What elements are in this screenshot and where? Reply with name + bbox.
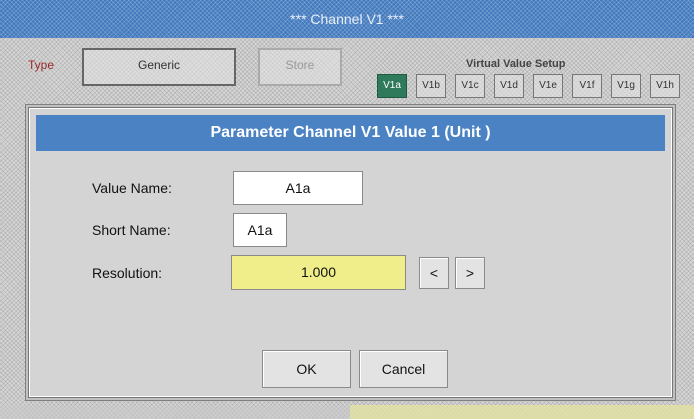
cancel-label: Cancel bbox=[381, 361, 426, 377]
dialog-title: Parameter Channel V1 Value 1 (Unit ) bbox=[210, 124, 491, 141]
window-title-bar: *** Channel V1 *** bbox=[0, 0, 694, 38]
tab-v1h[interactable]: V1h bbox=[650, 74, 680, 98]
tab-v1g[interactable]: V1g bbox=[611, 74, 641, 98]
tab-v1b[interactable]: V1b bbox=[416, 74, 446, 98]
dialog-title-bar: Parameter Channel V1 Value 1 (Unit ) bbox=[36, 115, 665, 151]
store-button[interactable]: Store bbox=[258, 48, 342, 86]
ok-label: OK bbox=[296, 361, 317, 377]
resolution-field[interactable]: 1.000 bbox=[231, 255, 406, 290]
resolution-label: Resolution: bbox=[92, 265, 163, 281]
tab-v1d[interactable]: V1d bbox=[494, 74, 524, 98]
short-name-value: A1a bbox=[247, 222, 273, 238]
short-name-label: Short Name: bbox=[92, 222, 171, 238]
type-label: Type bbox=[28, 58, 55, 72]
tab-v1e[interactable]: V1e bbox=[533, 74, 563, 98]
value-name-field[interactable]: A1a bbox=[233, 171, 363, 205]
ok-button[interactable]: OK bbox=[262, 350, 351, 388]
cancel-button[interactable]: Cancel bbox=[359, 350, 448, 388]
virtual-value-setup-title: Virtual Value Setup bbox=[466, 58, 566, 70]
tab-v1f[interactable]: V1f bbox=[572, 74, 602, 98]
increase-button[interactable]: > bbox=[455, 257, 485, 289]
type-value-button[interactable]: Generic bbox=[82, 48, 236, 86]
decrease-button[interactable]: < bbox=[419, 257, 449, 289]
type-value: Generic bbox=[137, 58, 181, 72]
tab-v1a[interactable]: V1a bbox=[377, 74, 407, 98]
decrease-label: < bbox=[429, 265, 439, 281]
window-title: *** Channel V1 *** bbox=[290, 11, 404, 27]
store-label: Store bbox=[285, 58, 315, 72]
short-name-field[interactable]: A1a bbox=[233, 213, 287, 247]
parameter-dialog: Parameter Channel V1 Value 1 (Unit ) Val… bbox=[29, 108, 672, 397]
background-yellow-strip bbox=[350, 405, 694, 419]
resolution-value: 1.000 bbox=[300, 264, 337, 280]
value-name-value: A1a bbox=[285, 180, 311, 196]
tab-v1c[interactable]: V1c bbox=[455, 74, 485, 98]
value-name-label: Value Name: bbox=[92, 180, 172, 196]
increase-label: > bbox=[465, 265, 475, 281]
